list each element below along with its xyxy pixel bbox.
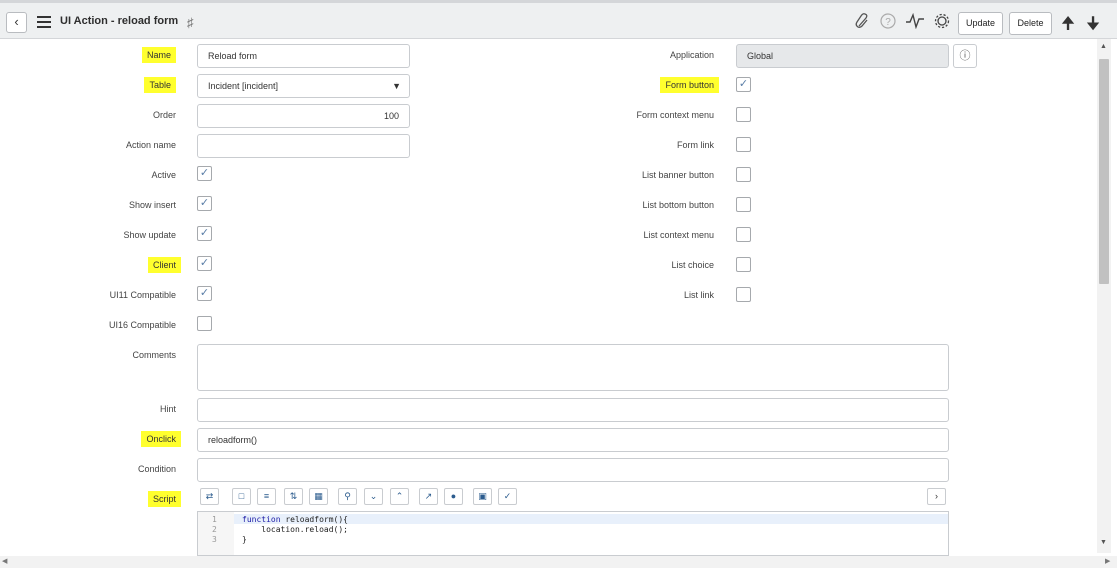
code-line: function reloadform(){: [242, 515, 348, 524]
list-context-menu-checkbox[interactable]: [736, 227, 751, 242]
chevron-down-icon[interactable]: ⌄: [364, 488, 383, 505]
client-checkbox[interactable]: ✓: [197, 256, 212, 271]
search-icon[interactable]: ⚲: [338, 488, 357, 505]
onclick-label: Onclick: [80, 431, 181, 447]
paperclip-icon[interactable]: [855, 13, 869, 33]
toggle-syntax-icon[interactable]: ⇄: [200, 488, 219, 505]
list-bottom-button-checkbox[interactable]: [736, 197, 751, 212]
form-header: ‹ UI Action - reload form ♯ ? Update Del…: [0, 0, 1117, 39]
order-input[interactable]: 100: [197, 104, 410, 128]
name-input[interactable]: Reload form: [197, 44, 410, 68]
comments-label: Comments: [132, 350, 176, 360]
script-toolbar: ⇄ □ ≡ ⇅ ▦ ⚲ ⌄ ⌃ ↗ ● ▣ ✓ ›: [197, 487, 949, 507]
application-label: Application: [669, 50, 714, 60]
dropdown-arrow-icon: ▼: [392, 81, 401, 91]
tag-icon[interactable]: ♯: [187, 15, 194, 30]
condition-label: Condition: [137, 464, 176, 474]
line-number: 1: [212, 515, 217, 524]
ui11-compatible-label: UI11 Compatible: [109, 290, 176, 300]
hint-input[interactable]: [197, 398, 949, 422]
form-link-label: Form link: [676, 140, 714, 150]
form-link-checkbox[interactable]: [736, 137, 751, 152]
back-button[interactable]: ‹: [6, 12, 27, 33]
line-number: 2: [212, 525, 217, 534]
form-context-menu-label: Form context menu: [636, 110, 714, 120]
name-label: Name: [80, 47, 176, 63]
list-banner-button-label: List banner button: [641, 170, 714, 180]
previous-record-arrow-icon[interactable]: 🠉: [1061, 11, 1075, 40]
show-update-label: Show update: [123, 230, 176, 240]
list-context-menu-label: List context menu: [643, 230, 714, 240]
show-insert-checkbox[interactable]: ✓: [197, 196, 212, 211]
line-number: 3: [212, 535, 217, 544]
code-line: location.reload();: [242, 525, 348, 534]
ui16-compatible-label: UI16 Compatible: [108, 320, 176, 330]
ui11-compatible-checkbox[interactable]: ✓: [197, 286, 212, 301]
horizontal-scrollbar[interactable]: ◀ ▶: [0, 556, 1117, 568]
list-bottom-button-label: List bottom button: [642, 200, 714, 210]
script-include-icon[interactable]: ▦: [309, 488, 328, 505]
update-button[interactable]: Update: [958, 12, 1003, 35]
action-name-input[interactable]: [197, 134, 410, 158]
form-button-label: Form button: [600, 77, 719, 93]
application-input: Global: [736, 44, 949, 68]
condition-input[interactable]: [197, 458, 949, 482]
list-link-checkbox[interactable]: [736, 287, 751, 302]
expand-arrow-icon[interactable]: ›: [927, 488, 946, 505]
list-banner-button-checkbox[interactable]: [736, 167, 751, 182]
scroll-up-icon[interactable]: ▲: [1100, 43, 1107, 50]
show-insert-label: Show insert: [128, 200, 176, 210]
comment-icon[interactable]: □: [232, 488, 251, 505]
order-label: Order: [152, 110, 176, 120]
table-select[interactable]: Incident [incident] ▼: [197, 74, 410, 98]
show-update-checkbox[interactable]: ✓: [197, 226, 212, 241]
scroll-down-icon[interactable]: ▼: [1100, 539, 1107, 546]
chevron-up-icon[interactable]: ⌃: [390, 488, 409, 505]
vertical-scrollbar[interactable]: ▲ ▼: [1097, 39, 1111, 553]
comments-textarea[interactable]: [197, 344, 949, 391]
onclick-input[interactable]: reloadform(): [197, 428, 949, 452]
active-checkbox[interactable]: ✓: [197, 166, 212, 181]
list-link-label: List link: [683, 290, 714, 300]
help-circle-icon[interactable]: ●: [444, 488, 463, 505]
format-code-icon[interactable]: ≡: [257, 488, 276, 505]
list-choice-label: List choice: [671, 260, 714, 270]
debug-icon[interactable]: ✓: [498, 488, 517, 505]
save-icon[interactable]: ▣: [473, 488, 492, 505]
delete-button[interactable]: Delete: [1009, 12, 1052, 35]
form-button-checkbox[interactable]: ✓: [736, 77, 751, 92]
activity-icon[interactable]: [906, 12, 924, 33]
scroll-left-icon[interactable]: ◀: [2, 557, 7, 565]
client-label: Client: [80, 257, 181, 273]
gear-icon[interactable]: [934, 13, 950, 33]
scrollbar-thumb[interactable]: [1099, 59, 1109, 284]
table-label: Table: [80, 77, 176, 93]
form-context-menu-checkbox[interactable]: [736, 107, 751, 122]
code-line: }: [242, 535, 247, 544]
page-title: UI Action - reload form: [60, 15, 179, 27]
insert-field-icon[interactable]: ⇅: [284, 488, 303, 505]
info-icon[interactable]: ⓘ: [953, 44, 977, 68]
scroll-right-icon[interactable]: ▶: [1105, 557, 1110, 565]
script-editor[interactable]: 1 2 3 function reloadform(){ location.re…: [197, 511, 949, 556]
ui16-compatible-checkbox[interactable]: [197, 316, 212, 331]
hamburger-menu-icon[interactable]: [37, 16, 51, 31]
script-label: Script: [80, 491, 181, 507]
fullscreen-icon[interactable]: ↗: [419, 488, 438, 505]
action-name-label: Action name: [125, 140, 176, 150]
svg-text:?: ?: [885, 17, 891, 28]
active-label: Active: [151, 170, 176, 180]
help-icon[interactable]: ?: [880, 13, 896, 33]
list-choice-checkbox[interactable]: [736, 257, 751, 272]
hint-label: Hint: [159, 404, 176, 414]
next-record-arrow-icon[interactable]: 🠋: [1086, 11, 1100, 40]
